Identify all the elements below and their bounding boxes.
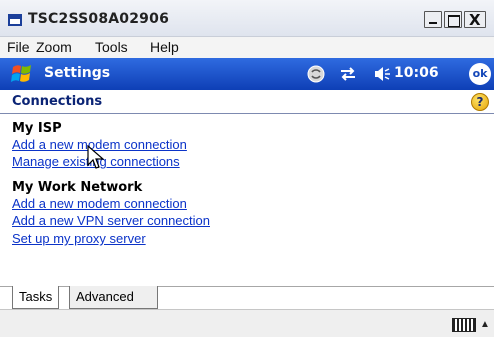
link-add-modem-connection-work[interactable]: Add a new modem connection bbox=[12, 196, 187, 211]
sync-icon[interactable] bbox=[306, 64, 326, 84]
maximize-button[interactable] bbox=[444, 11, 462, 28]
menu-help[interactable]: Help bbox=[150, 39, 179, 55]
menu-file[interactable]: File bbox=[7, 39, 30, 55]
page-header: Connections ? bbox=[0, 90, 494, 114]
link-set-up-proxy-server[interactable]: Set up my proxy server bbox=[12, 231, 146, 246]
window-title: TSC2SS08A02906 bbox=[28, 11, 170, 27]
section-heading-my-work-network: My Work Network bbox=[12, 180, 143, 195]
mouse-cursor-icon bbox=[87, 145, 105, 169]
section-heading-my-isp: My ISP bbox=[12, 121, 62, 136]
navigation-bar: Settings 10:06 ok bbox=[0, 58, 494, 90]
keyboard-icon[interactable] bbox=[452, 318, 476, 332]
page-title: Connections bbox=[12, 94, 103, 109]
device-title: Settings bbox=[44, 65, 111, 81]
volume-icon[interactable] bbox=[372, 64, 392, 84]
input-selector-arrow-icon[interactable]: ▲ bbox=[480, 319, 490, 330]
clock[interactable]: 10:06 bbox=[394, 65, 439, 81]
ok-button[interactable]: ok bbox=[469, 63, 491, 85]
menu-bar: File Zoom Tools Help bbox=[0, 37, 494, 58]
menu-tools[interactable]: Tools bbox=[95, 39, 128, 55]
link-add-vpn-server-connection[interactable]: Add a new VPN server connection bbox=[12, 213, 210, 228]
close-icon: X bbox=[469, 11, 481, 29]
tab-advanced[interactable]: Advanced bbox=[69, 286, 158, 309]
input-panel-bar: ▲ bbox=[0, 309, 494, 337]
tab-bar: Tasks Advanced bbox=[0, 286, 494, 309]
close-button[interactable]: X bbox=[464, 11, 486, 29]
help-icon[interactable]: ? bbox=[471, 93, 489, 111]
windows-start-icon[interactable] bbox=[10, 62, 34, 86]
minimize-button[interactable] bbox=[424, 11, 442, 28]
tab-tasks[interactable]: Tasks bbox=[12, 286, 60, 309]
app-window-icon bbox=[8, 14, 22, 26]
menu-zoom[interactable]: Zoom bbox=[36, 39, 72, 55]
window-titlebar: TSC2SS08A02906 X bbox=[0, 0, 494, 37]
connectivity-icon[interactable] bbox=[338, 64, 358, 84]
